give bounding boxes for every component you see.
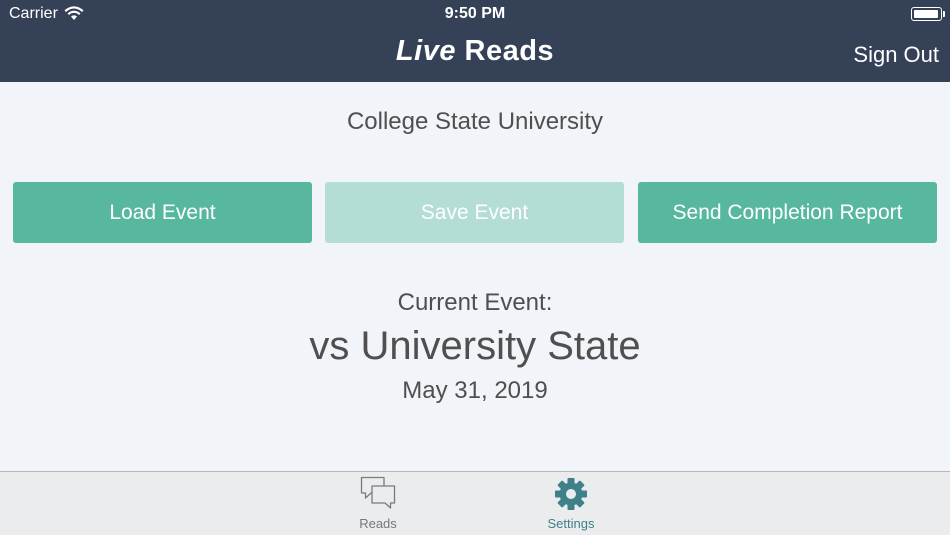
status-time: 9:50 PM [444, 5, 506, 22]
navigation-bar: Carrier 9:50 PM Live Reads Sign Out [0, 0, 950, 82]
app-title-rest: Reads [464, 35, 555, 67]
current-event-date: May 31, 2019 [402, 377, 548, 404]
tab-settings-label: Settings [547, 516, 595, 531]
save-event-button[interactable]: Save Event [325, 182, 624, 243]
sign-out-button[interactable]: Sign Out [853, 42, 939, 68]
send-completion-report-button[interactable]: Send Completion Report [638, 182, 937, 243]
tab-bar: Reads Settings [0, 471, 950, 535]
tab-settings[interactable]: Settings [511, 472, 631, 535]
institution-name: College State University [346, 108, 604, 135]
current-event-name: vs University State [309, 324, 641, 368]
app-title: Live Reads [0, 35, 950, 68]
tab-reads-label: Reads [359, 516, 397, 531]
tab-reads[interactable]: Reads [318, 472, 438, 535]
current-event-label: Current Event: [397, 289, 553, 316]
battery-icon [911, 7, 945, 21]
app-title-italic: Live [395, 35, 456, 67]
load-event-button[interactable]: Load Event [13, 182, 312, 243]
chat-bubbles-icon [360, 476, 396, 509]
gear-icon [555, 478, 587, 510]
